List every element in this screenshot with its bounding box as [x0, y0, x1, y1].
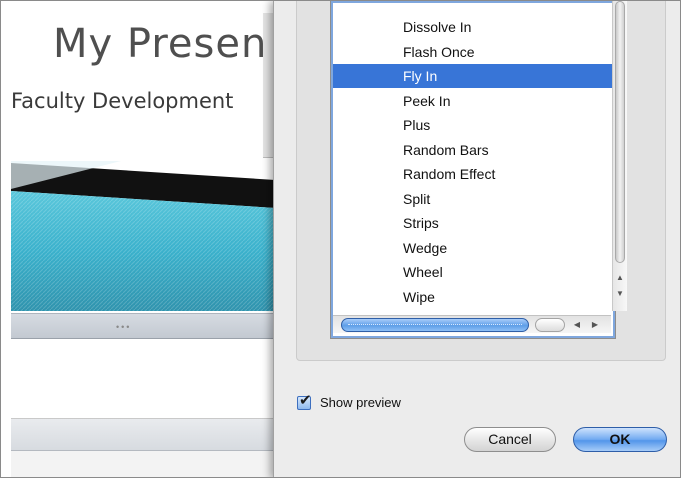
pane-splitter[interactable]: •••	[11, 313, 301, 339]
slide-banner-graphic	[11, 161, 291, 311]
scroll-down-arrow-icon[interactable]: ▼	[613, 287, 627, 301]
vertical-scrollbar[interactable]: ▲ ▼	[612, 1, 627, 311]
effect-list-item[interactable]: Fly In	[333, 64, 612, 88]
horizontal-scroll-track-end	[535, 318, 565, 332]
slide-subtitle[interactable]: Faculty Development	[11, 89, 233, 113]
effect-list-item[interactable]: Wheel	[333, 260, 612, 284]
effect-list-item[interactable]: Wedge	[333, 236, 612, 260]
effect-list-item[interactable]: Dissolve In	[333, 15, 612, 39]
effect-list-item[interactable]: Split	[333, 187, 612, 211]
effect-list-item[interactable]: Random Effect	[333, 162, 612, 186]
effect-list-item[interactable]: Strips	[333, 211, 612, 235]
checkmark-icon: ✔	[299, 392, 312, 409]
show-preview-checkbox[interactable]: ✔	[297, 392, 312, 410]
notes-pane[interactable]	[11, 339, 301, 419]
horizontal-scroll-thumb[interactable]	[341, 318, 529, 332]
scroll-left-arrow-icon[interactable]: ◀	[569, 318, 585, 332]
effect-list-item[interactable]: Flash Once	[333, 40, 612, 64]
splitter-grip-icon: •••	[116, 322, 132, 332]
effect-list-item[interactable]: Peek In	[333, 89, 612, 113]
effect-list-item[interactable]: Random Bars	[333, 138, 612, 162]
show-preview-label[interactable]: Show preview	[320, 394, 401, 412]
ok-button[interactable]: OK	[573, 427, 667, 452]
editor-status-bar	[11, 419, 301, 451]
scroll-right-arrow-icon[interactable]: ▶	[587, 318, 603, 332]
window: My Present Faculty Development ••• Wipe …	[0, 0, 681, 478]
effect-list-item[interactable]: Plus	[333, 113, 612, 137]
animation-effect-dialog: Wipe Wheel Wedge Strips Split Random Effect Ra…	[273, 1, 680, 477]
scroll-thumb-texture	[348, 324, 522, 327]
slide-title[interactable]: My Present	[53, 21, 284, 67]
slide-editor: My Present Faculty Development •••	[1, 1, 301, 477]
scroll-up-arrow-icon[interactable]: ▲	[613, 271, 627, 285]
editor-footer	[11, 451, 301, 477]
effect-list-item[interactable]: Wipe	[333, 285, 612, 309]
horizontal-scrollbar[interactable]: ◀ ▶	[333, 315, 611, 333]
effect-list[interactable]: Wipe Wheel Wedge Strips Split Random Effect Ra…	[330, 1, 627, 339]
vertical-scroll-thumb[interactable]	[615, 1, 625, 263]
cancel-button[interactable]: Cancel	[464, 427, 556, 452]
